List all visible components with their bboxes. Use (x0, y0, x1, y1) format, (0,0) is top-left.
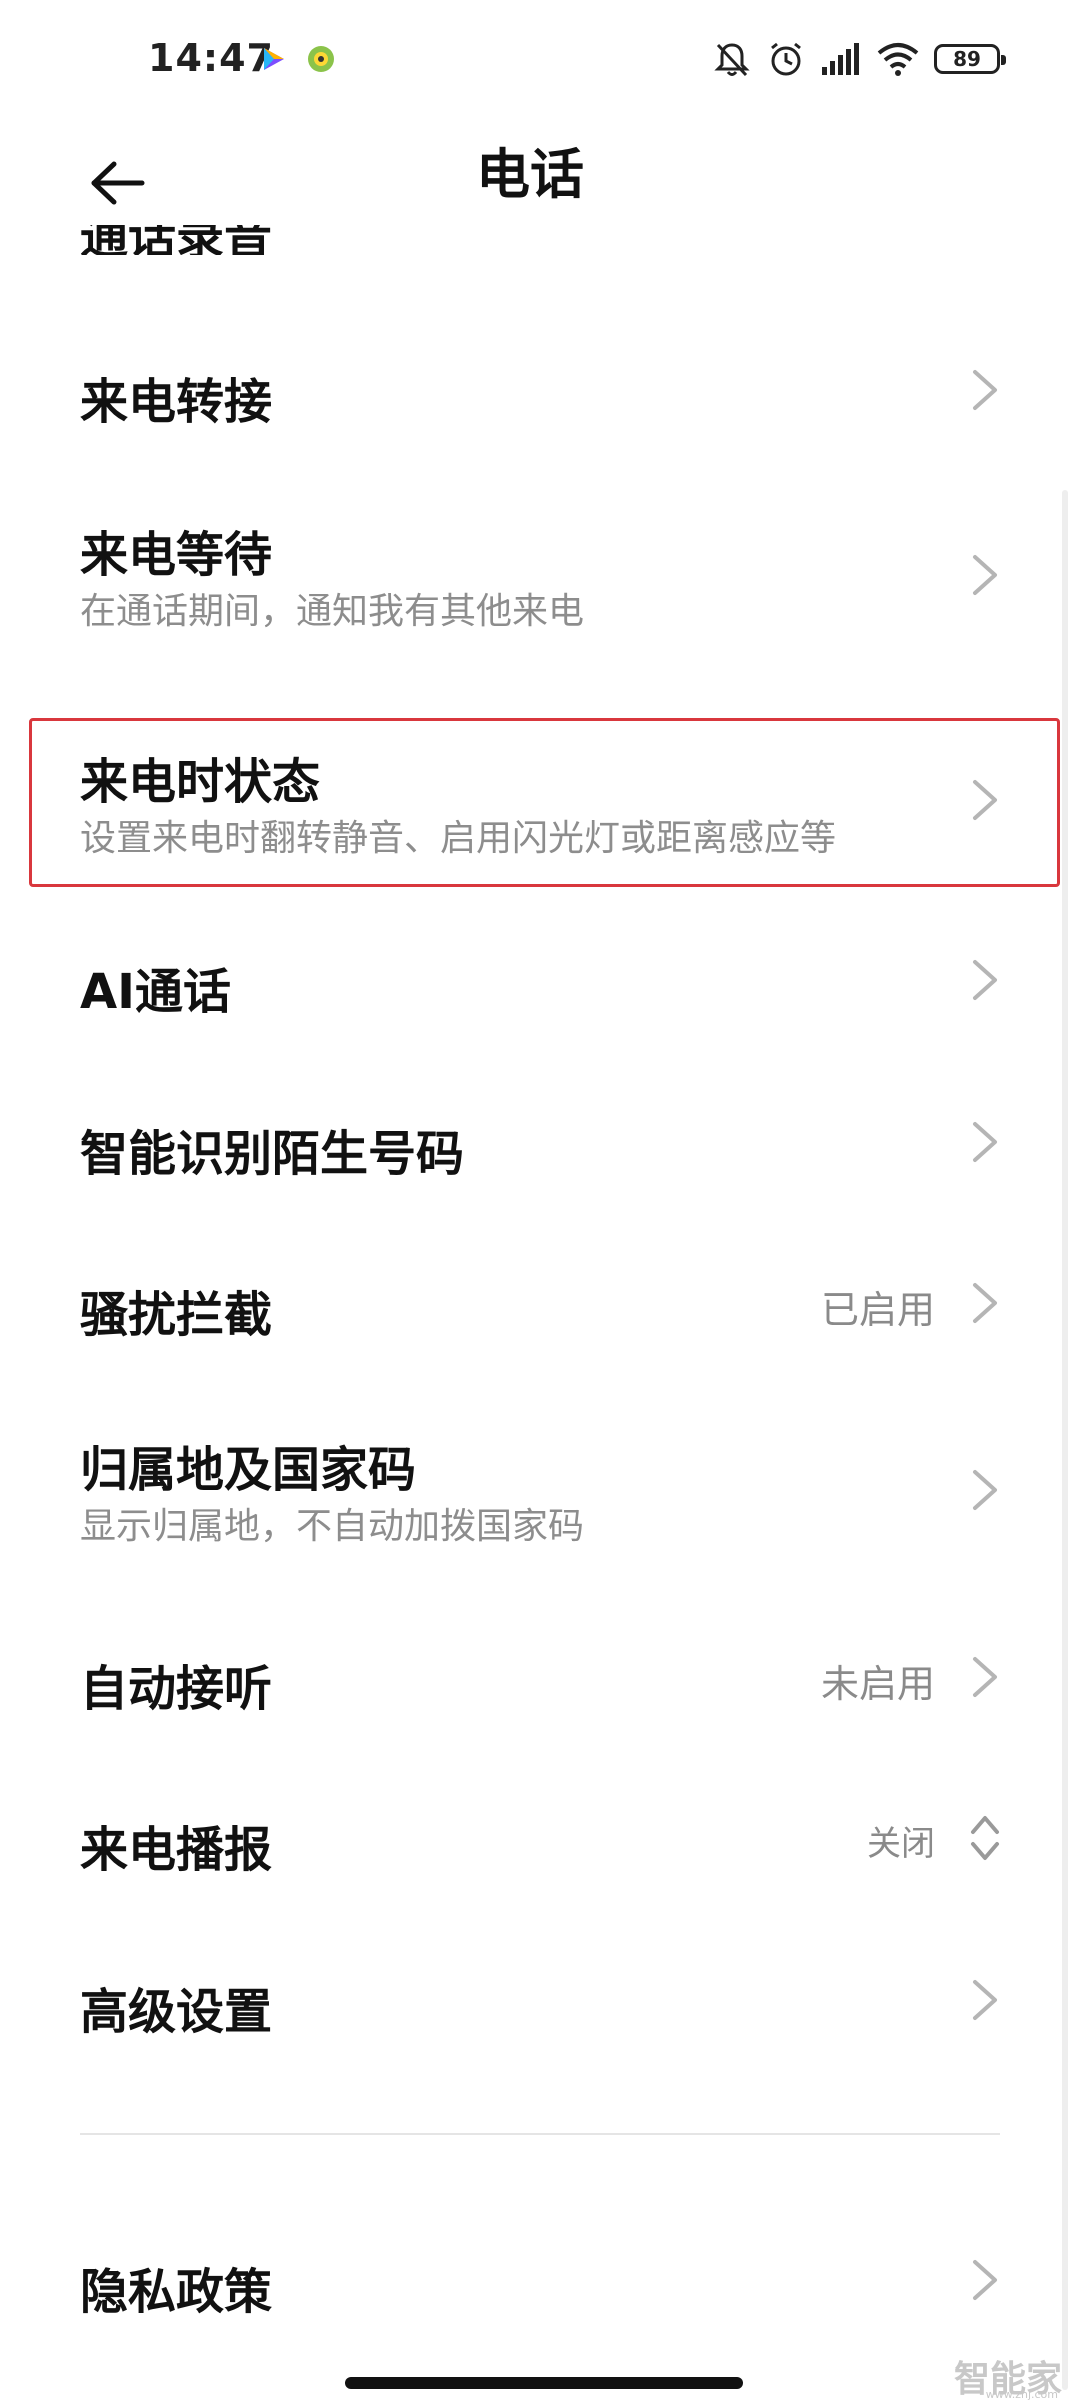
music-app-icon (308, 46, 334, 72)
settings-item-title: 来电等待 (80, 527, 273, 583)
settings-item-title: 来电转接 (80, 374, 273, 430)
settings-item-title: 隐私政策 (80, 2264, 273, 2320)
status-time: 14:47 (148, 36, 274, 80)
settings-item-title: 来电播报 (80, 1822, 273, 1878)
alarm-icon (771, 42, 801, 76)
scrollbar[interactable] (1062, 490, 1068, 2390)
chevron-right-icon (973, 1470, 997, 1510)
settings-item-incoming-call-status[interactable]: 来电时状态 设置来电时翻转静音、启用闪光灯或距离感应等 (80, 720, 1005, 885)
chevron-right-icon (973, 1980, 997, 2020)
settings-item-title: 通话录音 (80, 225, 273, 255)
settings-item-value: 已启用 (820, 1288, 935, 1332)
settings-item-call-forwarding[interactable]: 来电转接 (80, 330, 1005, 450)
settings-item-call-waiting[interactable]: 来电等待 在通话期间，通知我有其他来电 (80, 495, 1005, 655)
chevron-right-icon (973, 2260, 997, 2300)
status-bar: 14:47 89 (0, 0, 1080, 120)
settings-item-call-recording[interactable]: 通话录音 (80, 225, 980, 255)
watermark-url: www.znj.com (985, 2388, 1058, 2401)
settings-item-subtitle: 设置来电时翻转静音、启用闪光灯或距离感应等 (80, 818, 837, 859)
section-divider (80, 2133, 1000, 2135)
settings-item-harassment-block[interactable]: 骚扰拦截 已启用 (80, 1243, 1005, 1363)
settings-item-privacy-policy[interactable]: 隐私政策 (80, 2220, 1005, 2340)
settings-item-advanced[interactable]: 高级设置 (80, 1940, 1005, 2060)
signal-icon (822, 43, 859, 75)
wifi-icon (877, 43, 919, 76)
settings-item-value: 未启用 (820, 1662, 935, 1706)
settings-item-subtitle: 显示归属地，不自动加拨国家码 (80, 1506, 585, 1547)
settings-item-title: 高级设置 (80, 1984, 273, 2040)
settings-item-subtitle: 在通话期间，通知我有其他来电 (80, 591, 585, 632)
settings-item-title: 自动接听 (80, 1661, 273, 1717)
chevron-right-icon (973, 1122, 997, 1162)
settings-item-title: 智能识别陌生号码 (80, 1126, 465, 1182)
page-title: 电话 (476, 143, 584, 206)
settings-item-title: AI通话 (80, 964, 232, 1020)
chevron-right-icon (973, 960, 997, 1000)
chevron-right-icon (973, 1657, 997, 1697)
chevron-right-icon (973, 1283, 997, 1323)
settings-item-title: 归属地及国家码 (80, 1442, 417, 1498)
settings-item-title: 骚扰拦截 (80, 1287, 273, 1343)
settings-item-auto-answer[interactable]: 自动接听 未启用 (80, 1617, 1005, 1737)
home-indicator[interactable] (345, 2377, 743, 2389)
battery-level: 89 (953, 47, 981, 71)
settings-item-caller-announce[interactable]: 来电播报 关闭 (80, 1778, 1005, 1898)
settings-item-ai-call[interactable]: AI通话 (80, 920, 1005, 1040)
settings-item-smart-identify[interactable]: 智能识别陌生号码 (80, 1082, 1005, 1202)
chevron-right-icon (973, 780, 997, 820)
play-store-icon (264, 48, 284, 70)
silent-bell-icon (714, 43, 750, 77)
title-bar: 电话 (0, 120, 1080, 240)
chevron-right-icon (973, 555, 997, 595)
settings-item-region-country-code[interactable]: 归属地及国家码 显示归属地，不自动加拨国家码 (80, 1410, 1005, 1570)
chevron-right-icon (973, 370, 997, 410)
status-icons: 89 (712, 36, 1006, 82)
settings-item-value: 关闭 (867, 1824, 935, 1864)
battery-icon: 89 (934, 44, 1006, 74)
settings-item-title: 来电时状态 (80, 754, 321, 810)
dropdown-updown-icon (971, 1816, 999, 1860)
